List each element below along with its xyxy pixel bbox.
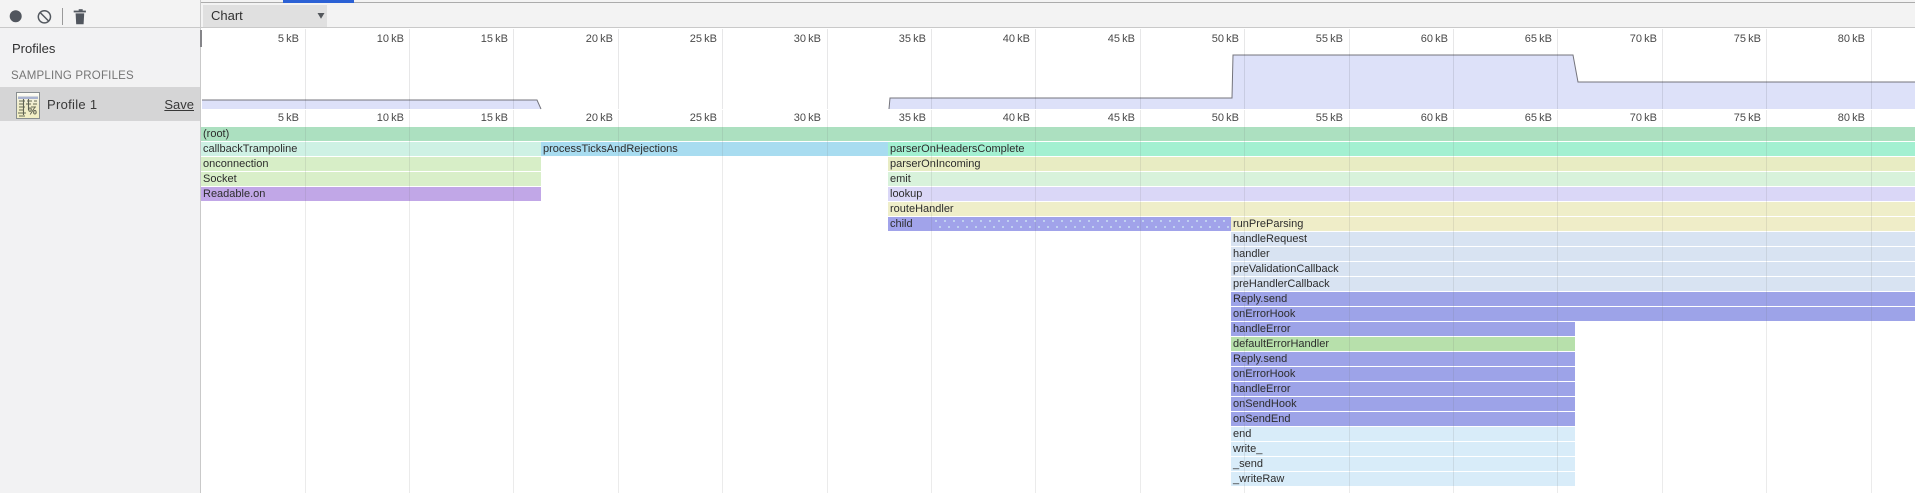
svg-text:%: %: [28, 107, 37, 118]
